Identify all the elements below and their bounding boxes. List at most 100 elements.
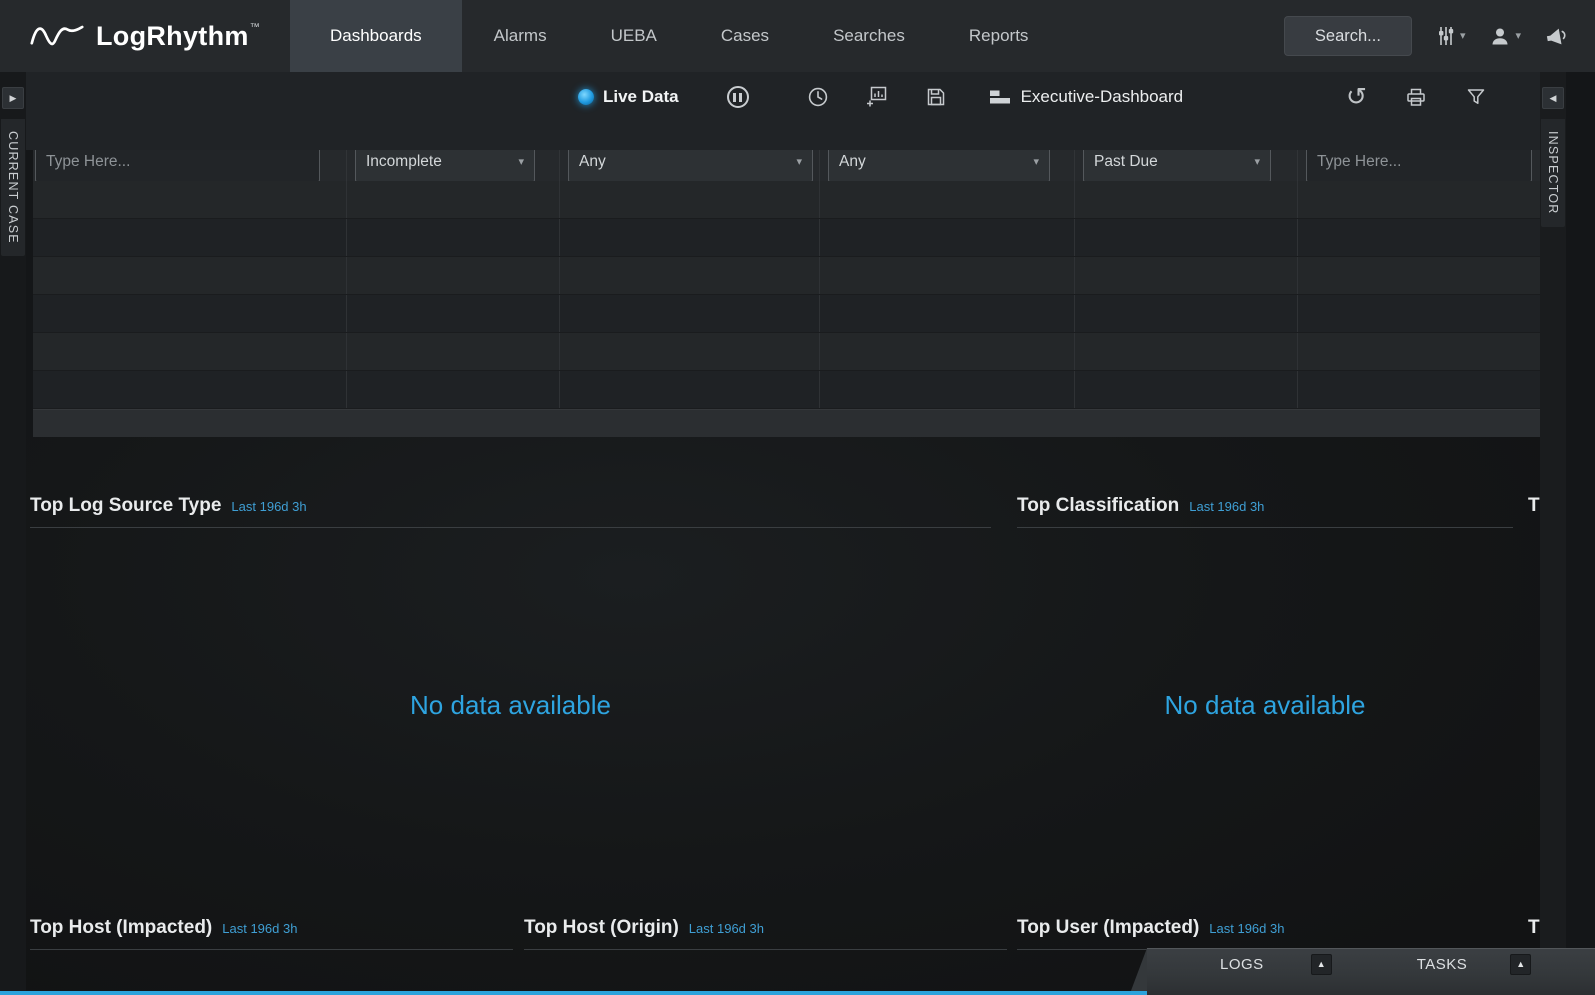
- widget-title: Top Classification: [1017, 495, 1179, 517]
- chevron-down-icon: ▾: [1515, 31, 1521, 42]
- table-body: [33, 181, 1540, 409]
- widget-partial-bottom-right: T: [1528, 917, 1540, 939]
- widget-time-range: Last 196d 3h: [231, 499, 306, 514]
- primary-nav: Dashboards Alarms UEBA Cases Searches Re…: [290, 0, 1060, 72]
- widget-divider: [524, 949, 1007, 950]
- current-case-drawer: ▶ CURRENT CASE: [0, 72, 26, 991]
- filter-button[interactable]: [1465, 86, 1487, 108]
- announcements-button[interactable]: [1545, 25, 1569, 47]
- sliders-icon: [1436, 25, 1456, 47]
- nav-tab-dashboards[interactable]: Dashboards: [290, 0, 462, 72]
- nav-tab-alarms[interactable]: Alarms: [462, 0, 579, 72]
- dashboard-layout-icon: [989, 88, 1011, 106]
- table-row[interactable]: [33, 219, 1540, 257]
- widget-top-user-impacted: Top User (Impacted) Last 196d 3h: [1017, 917, 1503, 950]
- widget-divider: [30, 949, 513, 950]
- nav-tab-ueba[interactable]: UEBA: [579, 0, 689, 72]
- no-data-message: No data available: [30, 528, 991, 883]
- due-date-filter-select[interactable]: Past Due ▾: [1083, 150, 1271, 181]
- chevron-down-icon: ▾: [1033, 157, 1039, 168]
- widget-top-host-impacted: Top Host (Impacted) Last 196d 3h: [30, 917, 513, 950]
- filter-cell: [1298, 150, 1540, 181]
- owner-filter-value: Any: [839, 153, 866, 171]
- bottom-accent-line: [0, 991, 1147, 995]
- live-data-label: Live Data: [603, 87, 679, 107]
- widget-title: Top User (Impacted): [1017, 917, 1199, 939]
- expand-current-case-button[interactable]: ▶: [2, 87, 24, 109]
- expand-logs-button[interactable]: ▲: [1311, 954, 1332, 975]
- chevron-down-icon: ▾: [1254, 157, 1260, 168]
- app-window: LogRhythm ™ Dashboards Alarms UEBA Cases…: [0, 0, 1595, 995]
- logs-tab[interactable]: LOGS: [1220, 956, 1264, 973]
- inspector-drawer: ◀ INSPECTOR: [1540, 72, 1566, 991]
- undo-icon: ↺: [1346, 85, 1367, 110]
- bottom-drawer-bar: LOGS ▲ TASKS ▲: [1147, 948, 1595, 995]
- owner-filter-select[interactable]: Any ▾: [828, 150, 1050, 181]
- table-row[interactable]: [33, 257, 1540, 295]
- table-filter-row: Incomplete ▾ Any ▾ Any ▾ Past Due: [33, 150, 1540, 181]
- filter-cell: [33, 150, 347, 181]
- nav-tab-cases[interactable]: Cases: [689, 0, 801, 72]
- logrhythm-wave-icon: [28, 18, 86, 54]
- table-row[interactable]: [33, 295, 1540, 333]
- brand-trademark: ™: [250, 22, 260, 33]
- widget-time-range: Last 196d 3h: [689, 921, 764, 936]
- add-widget-button[interactable]: [865, 85, 889, 109]
- dashboard-toolbar: Live Data: [26, 72, 1540, 150]
- table-row[interactable]: [33, 333, 1540, 371]
- widget-time-range: Last 196d 3h: [1189, 499, 1264, 514]
- priority-filter-select[interactable]: Any ▾: [568, 150, 813, 181]
- print-button[interactable]: [1405, 86, 1427, 108]
- widget-title: Top Host (Impacted): [30, 917, 212, 939]
- filter-cell: Incomplete ▾: [347, 150, 560, 181]
- chevron-down-icon: ▾: [1460, 31, 1466, 42]
- no-data-message: No data available: [1017, 528, 1513, 883]
- table-row[interactable]: [33, 181, 1540, 219]
- save-dashboard-button[interactable]: [925, 86, 947, 108]
- table-row[interactable]: [33, 371, 1540, 409]
- undo-button[interactable]: ↺: [1346, 85, 1367, 110]
- due-date-filter-value: Past Due: [1094, 153, 1158, 171]
- chevron-down-icon: ▾: [796, 157, 802, 168]
- brand-name: LogRhythm: [96, 21, 249, 52]
- widget-top-log-source-type: Top Log Source Type Last 196d 3h No data…: [30, 495, 991, 883]
- table-scrollbar[interactable]: [33, 409, 1540, 437]
- tasks-tab[interactable]: TASKS: [1417, 956, 1468, 973]
- nav-tab-reports[interactable]: Reports: [937, 0, 1061, 72]
- dashboard-picker[interactable]: Executive-Dashboard: [989, 87, 1184, 107]
- case-text-filter-2[interactable]: [1306, 150, 1532, 181]
- preferences-menu-button[interactable]: ▾: [1436, 25, 1466, 47]
- chevron-down-icon: ▾: [518, 157, 524, 168]
- widget-top-classification: Top Classification Last 196d 3h No data …: [1017, 495, 1513, 883]
- triangle-up-icon: ▲: [1317, 960, 1326, 969]
- collapse-inspector-button[interactable]: ◀: [1542, 87, 1564, 109]
- user-menu-button[interactable]: ▾: [1489, 25, 1521, 47]
- current-case-tab[interactable]: CURRENT CASE: [1, 119, 25, 256]
- time-range-button[interactable]: [807, 86, 829, 108]
- priority-filter-value: Any: [579, 153, 606, 171]
- megaphone-icon: [1543, 23, 1570, 49]
- widget-title: Top Host (Origin): [524, 917, 679, 939]
- widget-partial-top-right: T: [1528, 495, 1540, 517]
- live-data-indicator[interactable]: [578, 89, 594, 105]
- status-filter-value: Incomplete: [366, 153, 442, 171]
- user-icon: [1489, 25, 1511, 47]
- inspector-tab[interactable]: INSPECTOR: [1541, 119, 1565, 227]
- case-text-filter-1[interactable]: [35, 150, 320, 181]
- save-icon: [925, 86, 947, 108]
- add-widget-icon: [865, 85, 889, 109]
- pause-live-button[interactable]: [727, 86, 749, 108]
- dashboard-name: Executive-Dashboard: [1021, 87, 1184, 107]
- chevron-right-icon: ▶: [10, 94, 17, 103]
- top-nav-bar: LogRhythm ™ Dashboards Alarms UEBA Cases…: [0, 0, 1595, 72]
- triangle-up-icon: ▲: [1516, 960, 1525, 969]
- expand-tasks-button[interactable]: ▲: [1510, 954, 1531, 975]
- status-filter-select[interactable]: Incomplete ▾: [355, 150, 535, 181]
- filter-cell: Any ▾: [820, 150, 1075, 181]
- widget-time-range: Last 196d 3h: [222, 921, 297, 936]
- filter-cell: Any ▾: [560, 150, 820, 181]
- logrhythm-logo[interactable]: LogRhythm ™: [0, 0, 290, 72]
- dashboard-widgets: Top Log Source Type Last 196d 3h No data…: [26, 437, 1540, 990]
- search-button[interactable]: Search...: [1284, 16, 1412, 56]
- nav-tab-searches[interactable]: Searches: [801, 0, 937, 72]
